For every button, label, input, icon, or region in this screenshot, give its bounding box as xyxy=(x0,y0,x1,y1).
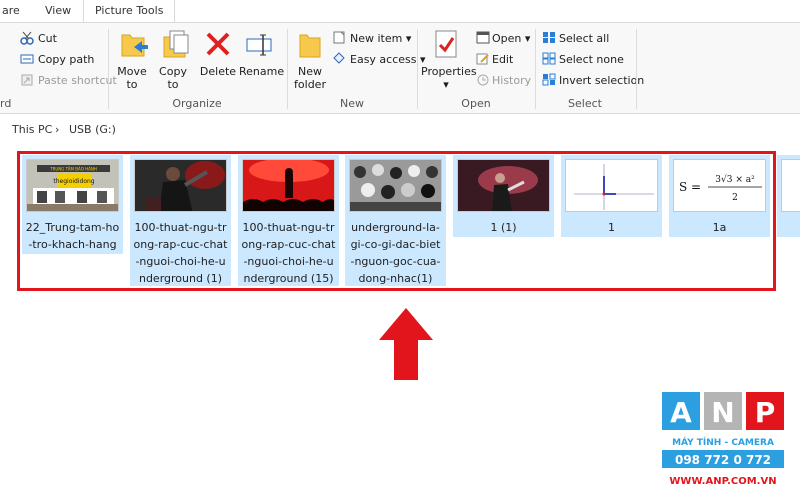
move-to-button[interactable]: Move to xyxy=(112,65,152,91)
anp-logo: A N P MÁY TÍNH - CAMERA 098 772 0 772 WW… xyxy=(662,392,784,487)
ribbon-separator xyxy=(417,29,418,109)
scissors-icon xyxy=(20,31,34,45)
properties-button[interactable]: Properties ▾ xyxy=(421,65,477,91)
tab-share[interactable]: are xyxy=(2,4,20,17)
history-icon xyxy=(477,74,489,86)
invert-selection-button[interactable]: Invert selection xyxy=(559,74,644,87)
arrow-up-icon xyxy=(379,308,433,380)
cut-button[interactable]: Cut xyxy=(38,32,57,45)
select-none-button[interactable]: Select none xyxy=(559,53,624,66)
logo-letter-p: P xyxy=(755,396,776,429)
highlight-box xyxy=(17,151,776,291)
delete-button[interactable]: Delete xyxy=(198,65,238,78)
new-item-button[interactable]: New item ▾ xyxy=(350,32,411,45)
logo-letter-n: N xyxy=(711,396,734,429)
open-button[interactable]: Open ▾ xyxy=(492,32,530,45)
rename-icon xyxy=(246,34,272,56)
logo-letter-a: A xyxy=(670,396,692,429)
select-group-label: Select xyxy=(568,97,602,110)
easy-access-icon xyxy=(333,52,345,64)
ribbon: Cut Copy path Paste shortcut rd Move to … xyxy=(0,22,800,114)
new-item-icon xyxy=(333,31,345,44)
file-tile[interactable] xyxy=(777,155,800,237)
properties-icon xyxy=(435,30,457,58)
paste-shortcut-icon xyxy=(21,74,33,86)
breadcrumb-usb-drive[interactable]: USB (G:) xyxy=(69,123,116,136)
logo-phone: 098 772 0 772 xyxy=(675,453,771,467)
ribbon-separator xyxy=(535,29,536,109)
ribbon-tab-bar: are View Picture Tools xyxy=(0,0,800,22)
open-group-label: Open xyxy=(461,97,491,110)
rename-button[interactable]: Rename xyxy=(239,65,284,78)
new-folder-icon xyxy=(299,34,321,58)
copy-to-button[interactable]: Copy to xyxy=(153,65,193,91)
invert-selection-icon xyxy=(542,73,556,86)
ribbon-separator xyxy=(108,29,109,109)
select-all-icon xyxy=(543,32,555,43)
select-none-icon xyxy=(542,52,556,65)
edit-icon xyxy=(476,53,489,65)
copy-path-icon xyxy=(20,54,34,64)
organize-group-label: Organize xyxy=(172,97,222,110)
breadcrumb-this-pc[interactable]: This PC xyxy=(12,123,52,136)
move-to-icon xyxy=(121,34,148,57)
file-thumbnail xyxy=(781,159,800,212)
easy-access-button[interactable]: Easy access ▾ xyxy=(350,53,426,66)
copy-to-icon xyxy=(163,30,189,58)
select-all-button[interactable]: Select all xyxy=(559,32,609,45)
open-icon xyxy=(476,31,490,44)
tab-view[interactable]: View xyxy=(45,4,71,17)
history-button[interactable]: History xyxy=(492,74,531,87)
new-group-label: New xyxy=(340,97,364,110)
edit-button[interactable]: Edit xyxy=(492,53,513,66)
breadcrumb-separator: › xyxy=(55,123,60,136)
delete-icon xyxy=(206,32,230,56)
ribbon-separator xyxy=(636,29,637,109)
ribbon-separator xyxy=(287,29,288,109)
tab-picture-tools[interactable]: Picture Tools xyxy=(83,0,176,22)
new-folder-button[interactable]: New folder xyxy=(292,65,328,91)
logo-tagline: MÁY TÍNH - CAMERA xyxy=(672,436,774,448)
copy-path-button[interactable]: Copy path xyxy=(38,53,94,66)
logo-website: WWW.ANP.COM.VN xyxy=(669,476,776,487)
clipboard-group-label: rd xyxy=(0,97,12,110)
address-bar[interactable]: This PC › USB (G:) xyxy=(0,114,800,146)
paste-shortcut-button[interactable]: Paste shortcut xyxy=(38,74,117,87)
